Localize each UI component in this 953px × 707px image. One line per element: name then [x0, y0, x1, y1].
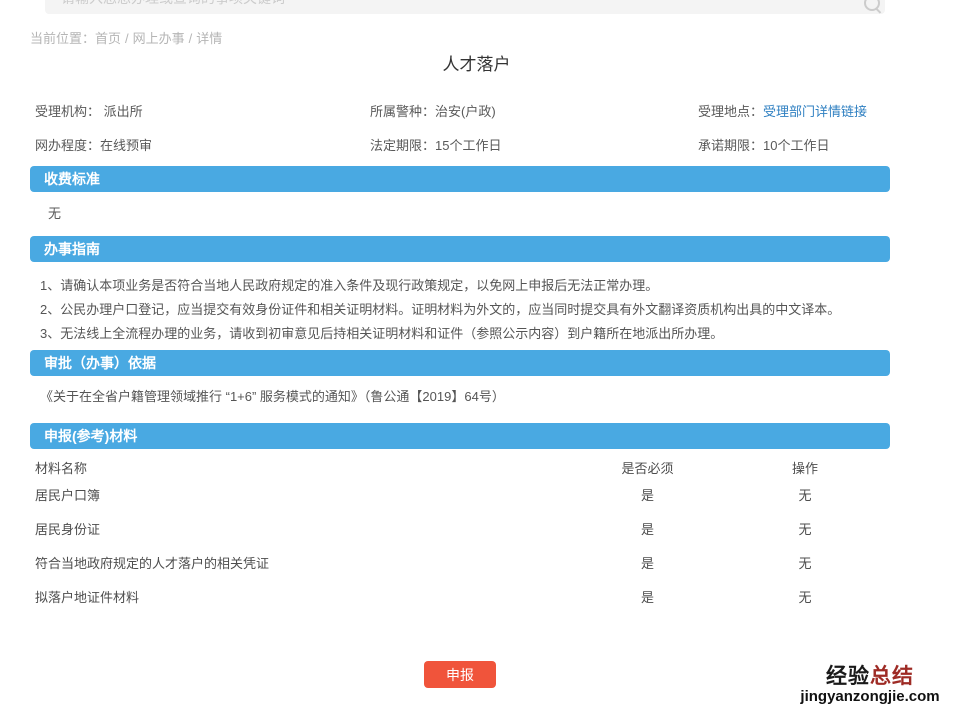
- material-operation: 无: [720, 553, 890, 572]
- info-online-level: 网办程度：在线预审: [30, 135, 365, 157]
- breadcrumb-home[interactable]: 首页: [95, 31, 121, 46]
- breadcrumb-separator: /: [185, 31, 197, 46]
- col-header-material-name: 材料名称: [30, 458, 575, 477]
- section-header-guide: 办事指南: [30, 236, 890, 262]
- info-accepting-location: 受理地点：受理部门详情链接: [693, 101, 890, 123]
- breadcrumb-online-services[interactable]: 网上办事: [133, 31, 185, 46]
- info-promised-deadline: 承诺期限：10个工作日: [693, 135, 890, 157]
- materials-table-header: 材料名称 是否必须 操作: [30, 457, 890, 477]
- table-row: 居民身份证 是 无: [30, 511, 890, 545]
- basis-content: 《关于在全省户籍管理领域推行 “1+6” 服务模式的通知》（鲁公通【2019】6…: [30, 388, 890, 406]
- section-header-basis: 审批（办事）依据: [30, 350, 890, 376]
- material-name: 拟落户地证件材料: [30, 587, 575, 606]
- material-name: 居民身份证: [30, 519, 575, 538]
- table-row: 符合当地政府规定的人才落户的相关凭证 是 无: [30, 545, 890, 579]
- breadcrumb-separator: /: [121, 31, 133, 46]
- material-name: 居民户口簿: [30, 485, 575, 504]
- search-input[interactable]: [45, 0, 885, 14]
- guide-list: 1、请确认本项业务是否符合当地人民政府规定的准入条件及现行政策规定，以免网上申报…: [30, 274, 890, 346]
- submit-button[interactable]: 申报: [424, 661, 496, 688]
- page-title: 人才落户: [0, 50, 953, 75]
- fee-content: 无: [30, 205, 890, 223]
- col-header-operation: 操作: [720, 458, 890, 477]
- site-watermark: 经验总结 jingyanzongjie.com: [789, 665, 951, 705]
- info-legal-deadline: 法定期限：15个工作日: [365, 135, 693, 157]
- section-header-materials: 申报(参考)材料: [30, 423, 890, 449]
- col-header-required: 是否必须: [575, 458, 720, 477]
- table-row: 居民户口簿 是 无: [30, 477, 890, 511]
- sections-container: 收费标准 无 办事指南 1、请确认本项业务是否符合当地人民政府规定的准入条件及现…: [30, 166, 890, 613]
- info-police-type: 所属警种：治安(户政): [365, 101, 693, 123]
- breadcrumb-prefix: 当前位置：: [30, 31, 95, 46]
- breadcrumb: 当前位置：首页/网上办事/详情: [30, 28, 222, 47]
- info-accepting-agency: 受理机构： 派出所: [30, 101, 365, 123]
- search-bar: [45, 0, 885, 14]
- material-required: 是: [575, 587, 720, 606]
- material-required: 是: [575, 485, 720, 504]
- section-header-fee: 收费标准: [30, 166, 890, 192]
- guide-item: 3、无法线上全流程办理的业务，请收到初审意见后持相关证明材料和证件（参照公示内容…: [40, 322, 890, 346]
- material-operation: 无: [720, 587, 890, 606]
- material-operation: 无: [720, 519, 890, 538]
- watermark-title: 经验总结: [789, 665, 951, 688]
- watermark-domain: jingyanzongjie.com: [789, 689, 951, 706]
- department-details-link[interactable]: 受理部门详情链接: [763, 104, 867, 119]
- table-row: 拟落户地证件材料 是 无: [30, 579, 890, 613]
- service-info-grid: 受理机构： 派出所 所属警种：治安(户政) 受理地点：受理部门详情链接 网办程度…: [30, 101, 890, 157]
- service-detail-page: 当前位置：首页/网上办事/详情 人才落户 受理机构： 派出所 所属警种：治安(户…: [0, 0, 953, 707]
- material-operation: 无: [720, 485, 890, 504]
- breadcrumb-current: 详情: [196, 31, 222, 46]
- guide-item: 1、请确认本项业务是否符合当地人民政府规定的准入条件及现行政策规定，以免网上申报…: [40, 274, 890, 298]
- material-required: 是: [575, 519, 720, 538]
- material-name: 符合当地政府规定的人才落户的相关凭证: [30, 553, 575, 572]
- search-icon[interactable]: [864, 0, 880, 11]
- guide-item: 2、公民办理户口登记，应当提交有效身份证件和相关证明材料。证明材料为外文的，应当…: [40, 298, 890, 322]
- material-required: 是: [575, 553, 720, 572]
